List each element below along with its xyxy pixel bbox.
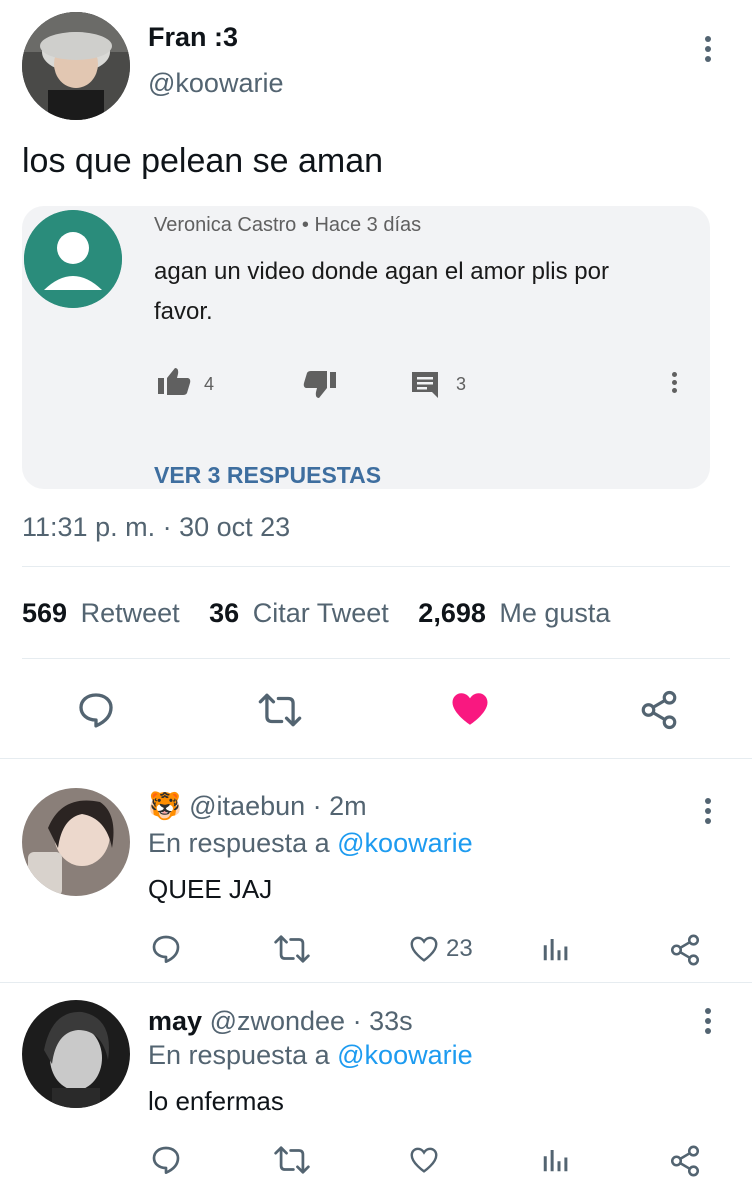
reply-icon[interactable] [76,690,116,730]
quote-count[interactable]: 36 [209,598,239,628]
reply-like-icon[interactable] [408,1144,440,1176]
like-count[interactable]: 2,698 [418,598,486,628]
comment-like-count: 4 [204,374,215,394]
more-options-icon[interactable] [704,36,712,62]
reply-text: lo enfermas [148,1086,284,1116]
like-icon[interactable] [449,688,491,730]
reply-share-icon[interactable] [668,1144,702,1178]
retweet-count[interactable]: 569 [22,598,67,628]
quote-label[interactable]: Citar Tweet [253,598,389,628]
divider [22,566,730,567]
comment-more-icon [670,372,678,393]
share-icon[interactable] [638,689,680,731]
reply-analytics-icon[interactable] [540,1145,570,1175]
divider [0,758,752,759]
comment-reply-icon [410,370,440,398]
comment-reply-count: 3 [456,374,467,394]
reply-retweet-icon[interactable] [274,934,310,964]
comment-text: agan un video donde agan el amor plis po… [154,258,609,325]
commenter-avatar [24,210,122,308]
reply-retweet-icon[interactable] [274,1145,310,1175]
reply-time[interactable]: · 33s [353,1006,413,1036]
reply-comment-icon[interactable] [150,1144,182,1176]
reply-header: may @zwondee · 33s [148,1006,413,1037]
reply-context: En respuesta a @koowarie [148,828,473,859]
reply-like-count: 23 [446,935,473,962]
tweet-text: los que pelean se aman [22,142,384,180]
reply-to-prefix: En respuesta a [148,1040,330,1070]
comment-time: Hace 3 días [314,214,422,236]
reply-avatar[interactable] [22,1000,130,1108]
reply-name[interactable]: may [148,1006,202,1036]
reply-analytics-icon[interactable] [540,934,570,964]
reply-comment-icon[interactable] [150,933,182,965]
tweet-timestamp[interactable]: 11:31 p. m. · 30 oct 23 [22,512,290,543]
reply-emoji: 🐯 [148,791,182,821]
reply-handle[interactable]: @itaebun [189,791,305,821]
reply-to-prefix: En respuesta a [148,828,330,858]
reply-like-icon[interactable] [408,933,440,965]
divider [0,982,752,983]
divider [22,658,730,659]
reply-more-icon[interactable] [704,798,712,824]
reply-header: 🐯 @itaebun · 2m [148,790,367,822]
reply-to-link[interactable]: @koowarie [337,828,472,858]
author-avatar[interactable] [22,12,130,120]
retweet-icon[interactable] [258,692,302,728]
stats-row: 569 Retweet 36 Citar Tweet 2,698 Me gust… [22,598,610,629]
author-name[interactable]: Fran :3 [148,22,238,53]
reply-time[interactable]: · 2m [313,791,367,821]
retweet-label[interactable]: Retweet [81,598,180,628]
reply-context: En respuesta a @koowarie [148,1040,473,1071]
comment-thumbs-up-icon [156,366,192,396]
reply-share-icon[interactable] [668,933,702,967]
view-replies-link: VER 3 RESPUESTAS [154,462,382,488]
comment-separator: • [301,214,309,236]
reply-handle[interactable]: @zwondee [210,1006,346,1036]
embedded-comment-image[interactable]: Veronica Castro • Hace 3 días agan un vi… [22,206,710,489]
reply-text: QUEE JAJ [148,874,273,904]
reply-more-icon[interactable] [704,1008,712,1034]
like-label[interactable]: Me gusta [499,598,610,628]
author-handle[interactable]: @koowarie [148,68,283,99]
reply-avatar[interactable] [22,788,130,896]
reply-to-link[interactable]: @koowarie [337,1040,472,1070]
comment-thumbs-down-icon [302,370,338,400]
commenter-name: Veronica Castro [154,214,297,236]
